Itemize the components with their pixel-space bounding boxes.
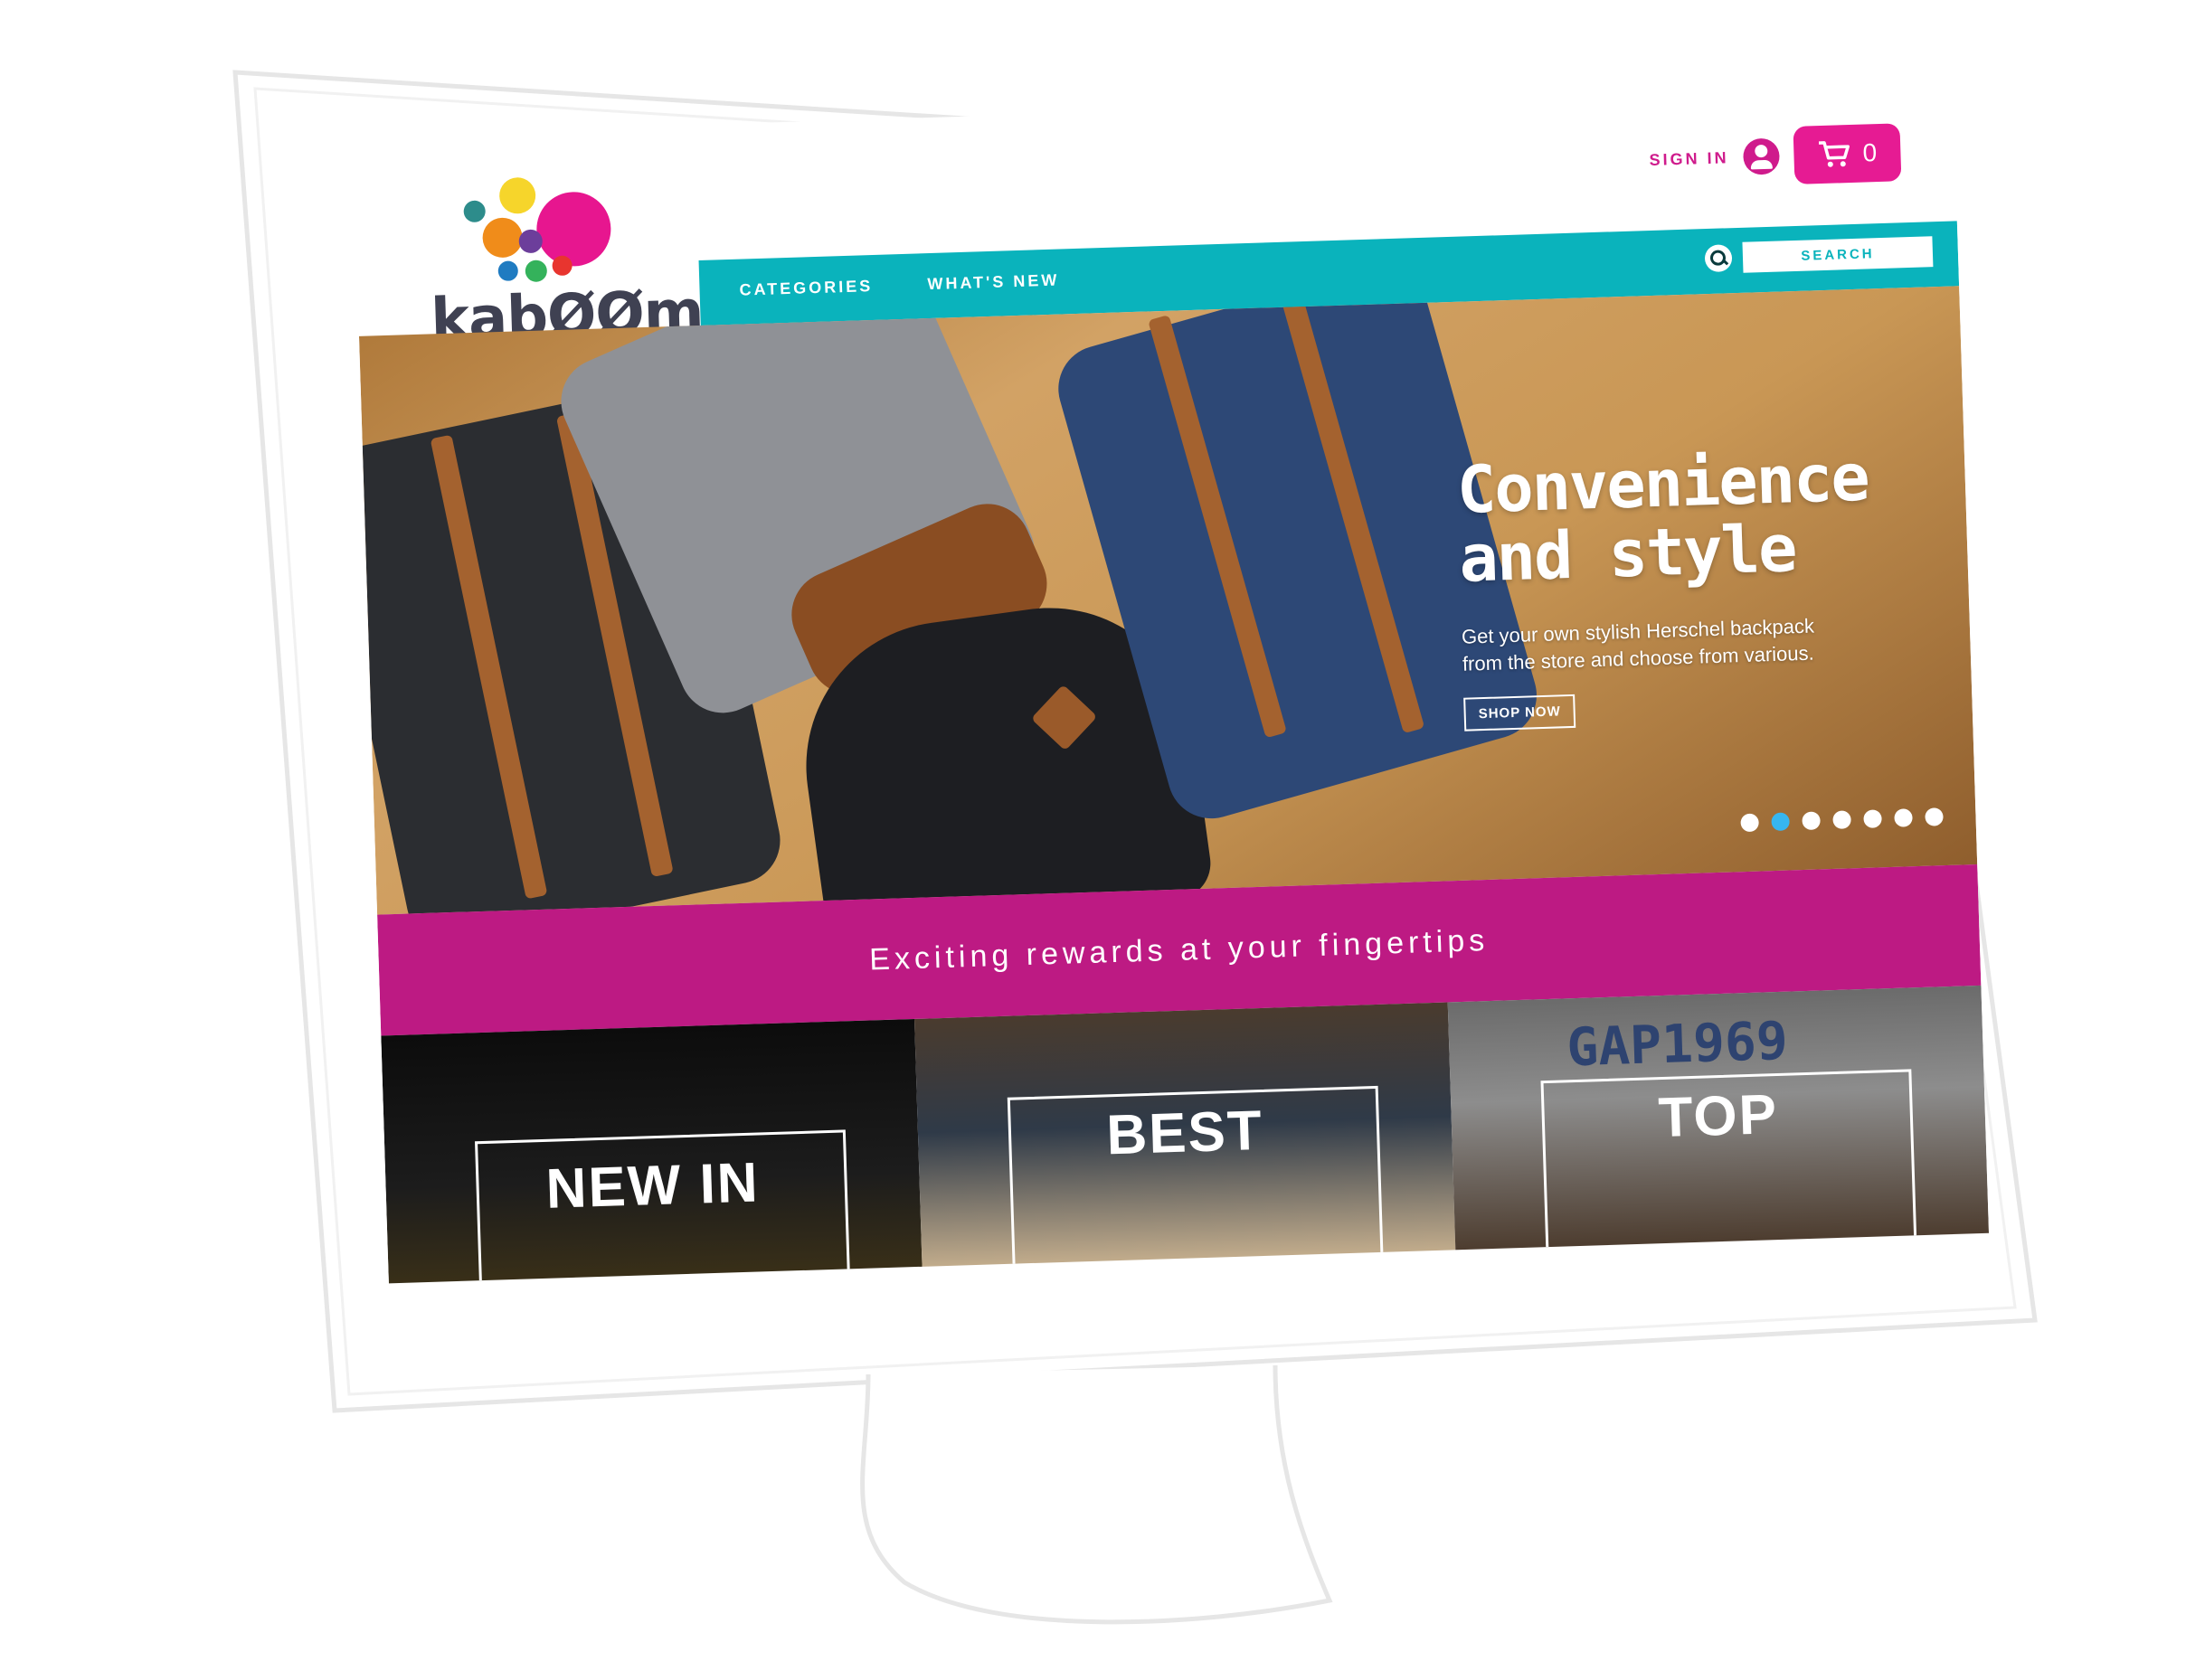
carousel-dot-7[interactable] xyxy=(1925,807,1944,826)
search-icon[interactable] xyxy=(1704,244,1733,273)
category-tiles: NEW IN BEST GAP1969 TOP xyxy=(381,985,1990,1284)
hero-copy: Convenience and style Get your own styli… xyxy=(1455,439,1935,731)
carousel-dot-5[interactable] xyxy=(1863,809,1882,828)
hero-title-line-2: and style xyxy=(1457,510,1797,597)
kaboom-logo[interactable]: kabØØm xyxy=(408,163,705,354)
logo-dot-green xyxy=(525,260,548,283)
nav-item-categories[interactable]: CATEGORIES xyxy=(739,277,873,300)
user-icon[interactable] xyxy=(1742,137,1781,175)
sign-in-link[interactable]: SIGN IN xyxy=(1649,148,1729,170)
tee-print-text: GAP1969 xyxy=(1566,1009,1789,1079)
cart-icon xyxy=(1819,141,1850,167)
cart-button[interactable]: 0 xyxy=(1793,123,1902,184)
carousel-dot-2[interactable] xyxy=(1771,812,1790,832)
carousel-dots xyxy=(1740,807,1944,833)
tile-new-in[interactable]: NEW IN xyxy=(381,1018,923,1284)
tile-top[interactable]: GAP1969 TOP xyxy=(1447,985,1990,1256)
logo-dot-teal xyxy=(463,200,487,223)
search-input[interactable] xyxy=(1742,236,1934,273)
tile-best[interactable]: BEST xyxy=(913,1002,1456,1272)
search-bar xyxy=(1704,236,1934,274)
header-actions: SIGN IN 0 xyxy=(1649,123,1902,189)
logo-dot-red xyxy=(552,255,573,277)
carousel-dot-1[interactable] xyxy=(1740,813,1759,833)
hero-subtitle: Get your own stylish Herschel backpack f… xyxy=(1462,609,1934,677)
logo-dot-purple xyxy=(518,229,544,254)
website-screen: kabØØm SIGN IN 0 CATEGORIES WHAT'S NEW S… xyxy=(353,85,1990,1284)
hero-title-line-1: Convenience xyxy=(1455,439,1869,528)
carousel-dot-4[interactable] xyxy=(1832,810,1851,829)
carousel-dot-6[interactable] xyxy=(1894,808,1913,827)
carousel-dot-3[interactable] xyxy=(1802,811,1821,831)
nav-item-whats-new[interactable]: WHAT'S NEW xyxy=(927,271,1060,295)
rewards-text: Exciting rewards at your fingertips xyxy=(868,922,1490,977)
cart-count: 0 xyxy=(1862,138,1878,167)
logo-dot-yellow xyxy=(498,176,536,214)
logo-dot-orange xyxy=(481,217,524,259)
logo-dot-magenta xyxy=(535,191,612,268)
logo-dot-blue xyxy=(497,260,519,282)
hero-title: Convenience and style xyxy=(1455,439,1931,597)
hero-banner: Convenience and style Get your own styli… xyxy=(358,286,1978,915)
shop-now-button[interactable]: SHOP NOW xyxy=(1463,694,1576,731)
